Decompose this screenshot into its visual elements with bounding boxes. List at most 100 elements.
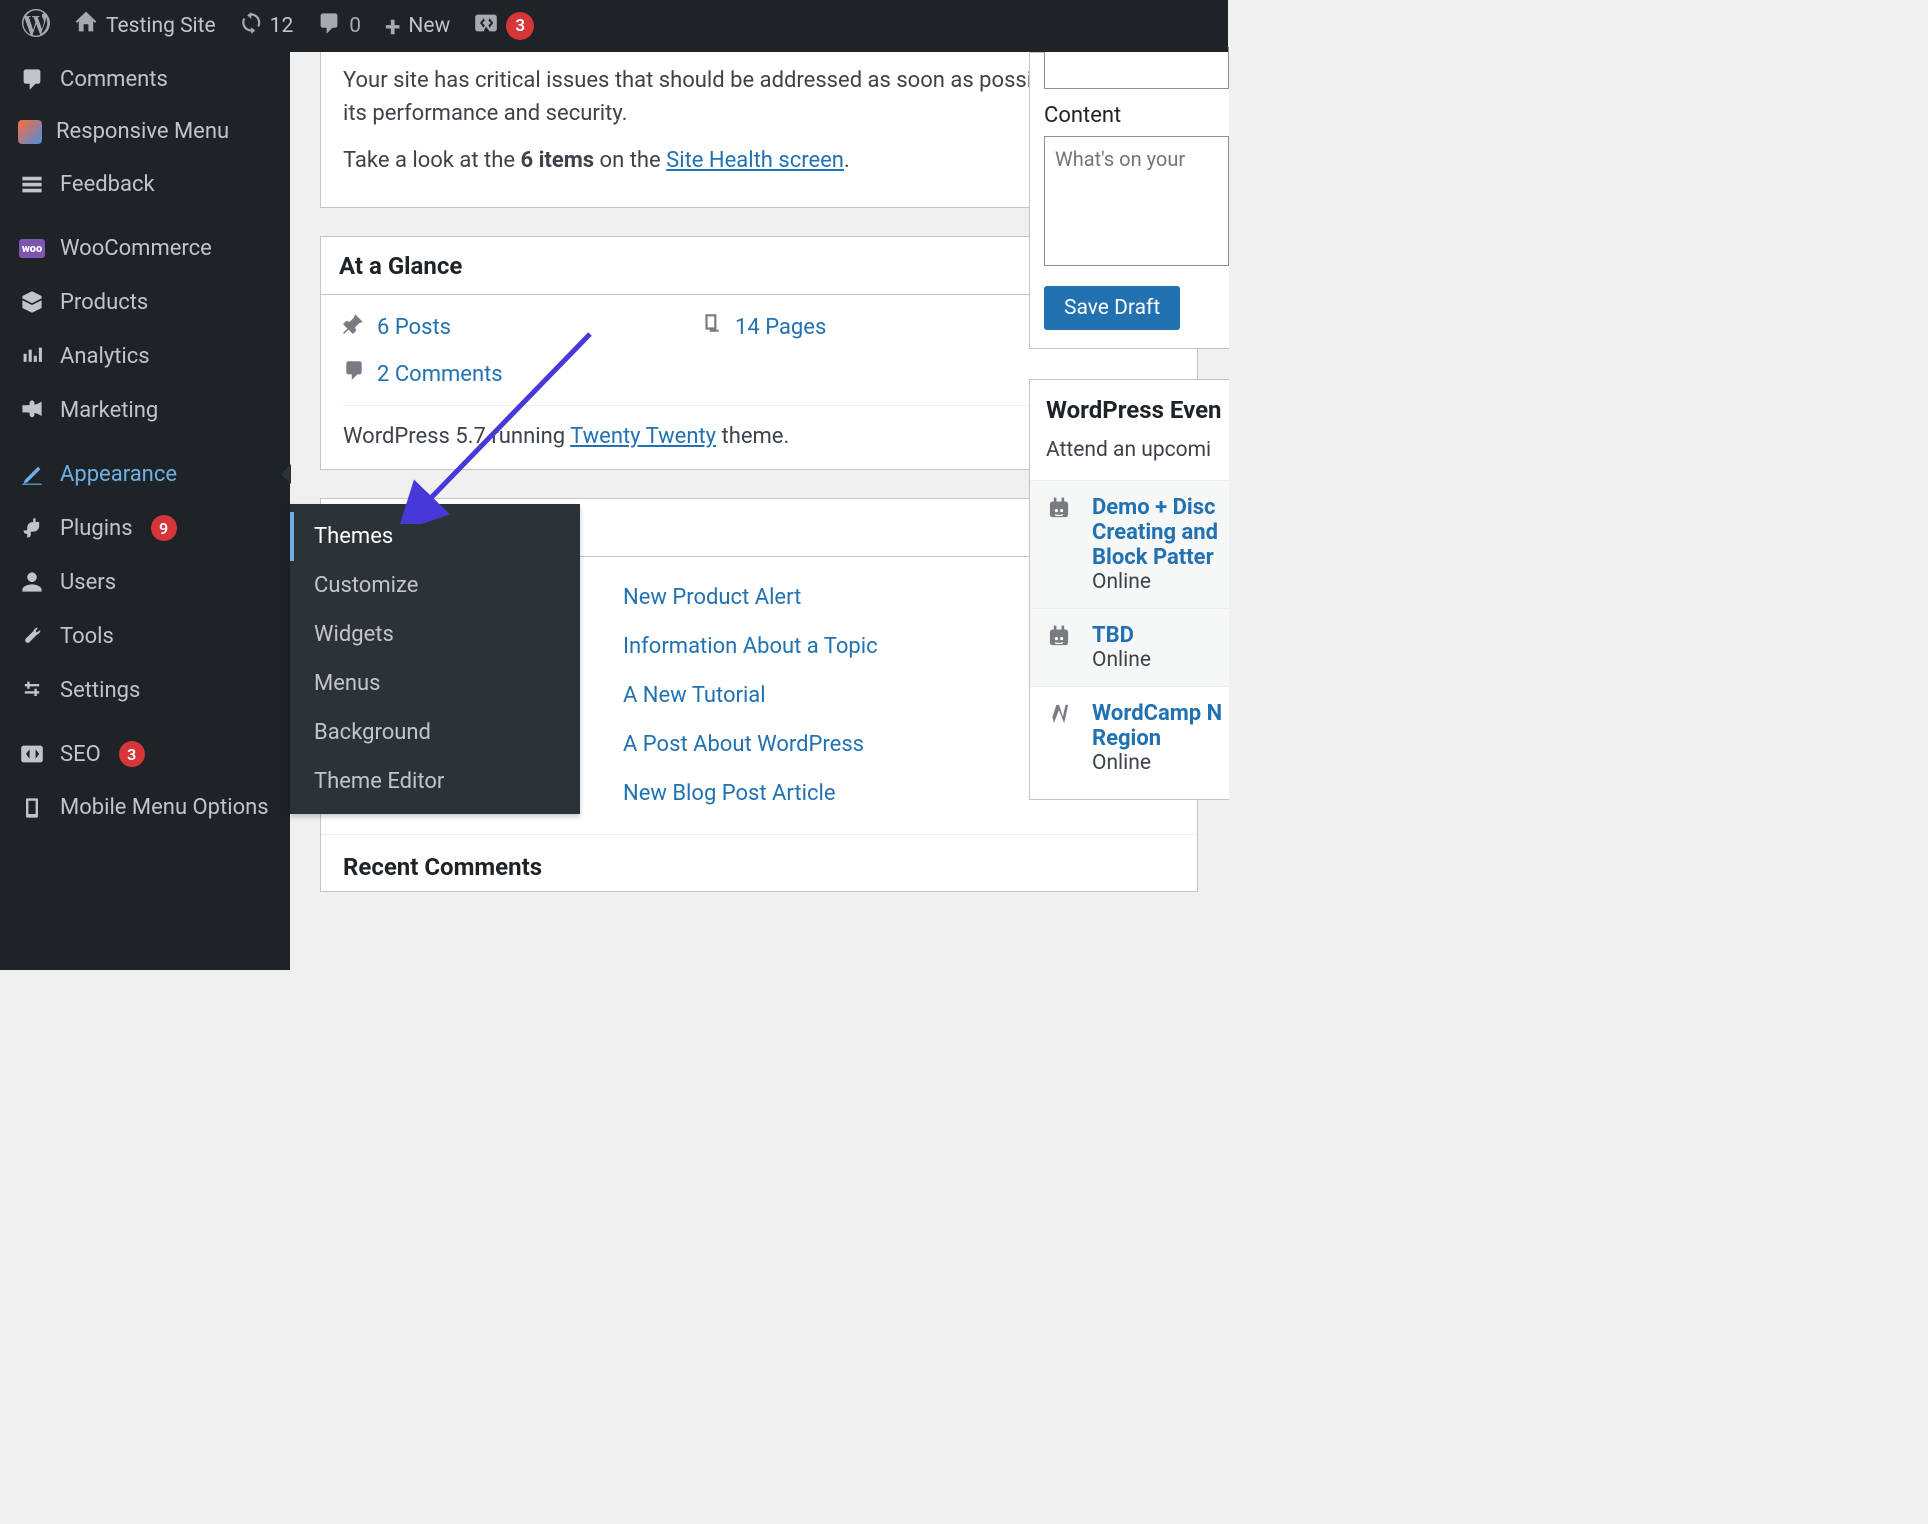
admin-sidebar: Comments Responsive Menu Feedback woo Wo…	[0, 52, 290, 970]
sidebar-item-analytics[interactable]: Analytics	[0, 329, 290, 383]
sidebar-item-label: Users	[60, 570, 116, 595]
site-name-label: Testing Site	[106, 14, 216, 38]
event-link[interactable]: TBD	[1092, 623, 1134, 648]
wordpress-logo-icon	[22, 9, 50, 43]
event-item: TBD Online	[1030, 608, 1229, 686]
sidebar-item-tools[interactable]: Tools	[0, 609, 290, 663]
post-link[interactable]: Information About a Topic	[623, 630, 878, 663]
sidebar-item-appearance[interactable]: Appearance	[0, 447, 290, 501]
sidebar-item-label: Marketing	[60, 398, 158, 423]
sidebar-item-woocommerce[interactable]: woo WooCommerce	[0, 221, 290, 275]
recent-comments-heading: Recent Comments	[321, 834, 1197, 891]
comment-icon	[343, 358, 365, 391]
yoast-icon	[474, 11, 498, 41]
wordcamp-icon	[1046, 701, 1076, 731]
megaphone-icon	[18, 396, 46, 424]
comments-count: 0	[349, 14, 361, 38]
sidebar-item-seo[interactable]: SEO 3	[0, 727, 290, 781]
sidebar-item-label: Analytics	[60, 344, 150, 369]
sidebar-item-products[interactable]: Products	[0, 275, 290, 329]
plugins-icon	[18, 514, 46, 542]
widget-title: At a Glance	[339, 252, 462, 280]
post-link[interactable]: New Product Alert	[623, 581, 801, 614]
submenu-item-background[interactable]: Background	[290, 708, 580, 757]
submenu-item-menus[interactable]: Menus	[290, 659, 580, 708]
submenu-item-theme-editor[interactable]: Theme Editor	[290, 757, 580, 806]
mobile-icon	[18, 794, 46, 822]
sidebar-item-mobile-menu[interactable]: Mobile Menu Options	[0, 781, 290, 835]
save-draft-button[interactable]: Save Draft	[1044, 286, 1180, 330]
theme-link[interactable]: Twenty Twenty	[570, 424, 716, 449]
products-icon	[18, 288, 46, 316]
sidebar-item-label: Feedback	[60, 172, 155, 197]
sidebar-item-plugins[interactable]: Plugins 9	[0, 501, 290, 555]
event-link[interactable]: WordCamp NRegion	[1092, 701, 1222, 751]
widget-title: WordPress Even	[1046, 396, 1229, 424]
quick-draft-widget: Content Save Draft	[1029, 52, 1229, 349]
submenu-item-themes[interactable]: Themes	[290, 512, 580, 561]
sidebar-item-feedback[interactable]: Feedback	[0, 157, 290, 211]
events-description: Attend an upcomi	[1046, 438, 1229, 462]
yoast-menu[interactable]: 3	[462, 0, 546, 52]
update-icon	[240, 12, 262, 40]
plugins-update-badge: 9	[151, 515, 177, 541]
sidebar-item-label: Mobile Menu Options	[60, 795, 269, 821]
users-icon	[18, 568, 46, 596]
sidebar-item-label: WooCommerce	[60, 236, 212, 261]
sidebar-item-label: Products	[60, 290, 148, 315]
event-location: Online	[1092, 570, 1218, 594]
event-item: WordCamp NRegion Online	[1030, 686, 1229, 789]
post-link[interactable]: A Post About WordPress	[623, 728, 864, 761]
post-link[interactable]: A New Tutorial	[623, 679, 766, 712]
sidebar-item-label: Appearance	[60, 462, 177, 487]
sidebar-item-label: SEO	[60, 742, 101, 767]
sidebar-item-label: Comments	[60, 67, 168, 92]
yoast-notification-badge: 3	[506, 12, 534, 40]
site-health-link[interactable]: Site Health screen	[666, 148, 844, 173]
updates-count: 12	[270, 14, 294, 38]
feedback-icon	[18, 170, 46, 198]
yoast-icon	[18, 740, 46, 768]
comment-icon	[317, 11, 341, 41]
title-input[interactable]	[1044, 47, 1229, 89]
new-content-menu[interactable]: + New	[373, 0, 462, 52]
sidebar-item-label: Settings	[60, 678, 140, 703]
comments-link[interactable]: 2 Comments	[377, 358, 503, 391]
analytics-icon	[18, 342, 46, 370]
pages-link[interactable]: 14 Pages	[735, 311, 826, 344]
sidebar-item-settings[interactable]: Settings	[0, 663, 290, 717]
updates-menu[interactable]: 12	[228, 0, 306, 52]
comments-menu[interactable]: 0	[305, 0, 373, 52]
meetup-icon	[1046, 623, 1076, 653]
sidebar-item-label: Tools	[60, 624, 114, 649]
comment-icon	[18, 65, 46, 93]
plus-icon: +	[385, 10, 400, 43]
event-location: Online	[1092, 751, 1222, 775]
sidebar-item-comments[interactable]: Comments	[0, 52, 290, 106]
settings-icon	[18, 676, 46, 704]
wordpress-events-widget: WordPress Even Attend an upcomi Demo + D…	[1029, 379, 1229, 800]
dashboard-right-column: Content Save Draft WordPress Even Attend…	[1029, 52, 1229, 800]
event-item: Demo + DiscCreating andBlock Patter Onli…	[1030, 480, 1229, 608]
submenu-item-customize[interactable]: Customize	[290, 561, 580, 610]
seo-notification-badge: 3	[119, 741, 145, 767]
tools-icon	[18, 622, 46, 650]
posts-link[interactable]: 6 Posts	[377, 311, 451, 344]
event-link[interactable]: Demo + DiscCreating andBlock Patter	[1092, 495, 1218, 570]
hamburger-icon	[18, 120, 42, 144]
admin-toolbar: Testing Site 12 0 + New 3	[0, 0, 1228, 52]
site-name-menu[interactable]: Testing Site	[62, 0, 228, 52]
woocommerce-icon: woo	[18, 234, 46, 262]
submenu-item-widgets[interactable]: Widgets	[290, 610, 580, 659]
sidebar-item-responsive-menu[interactable]: Responsive Menu	[0, 106, 290, 157]
sidebar-item-marketing[interactable]: Marketing	[0, 383, 290, 437]
content-label: Content	[1044, 103, 1229, 128]
wp-logo-menu[interactable]	[10, 0, 62, 52]
sidebar-item-users[interactable]: Users	[0, 555, 290, 609]
home-icon	[74, 11, 98, 41]
content-textarea[interactable]	[1044, 136, 1229, 266]
new-label: New	[408, 14, 450, 38]
sidebar-item-label: Plugins	[60, 516, 133, 541]
meetup-icon	[1046, 495, 1076, 525]
post-link[interactable]: New Blog Post Article	[623, 777, 835, 810]
